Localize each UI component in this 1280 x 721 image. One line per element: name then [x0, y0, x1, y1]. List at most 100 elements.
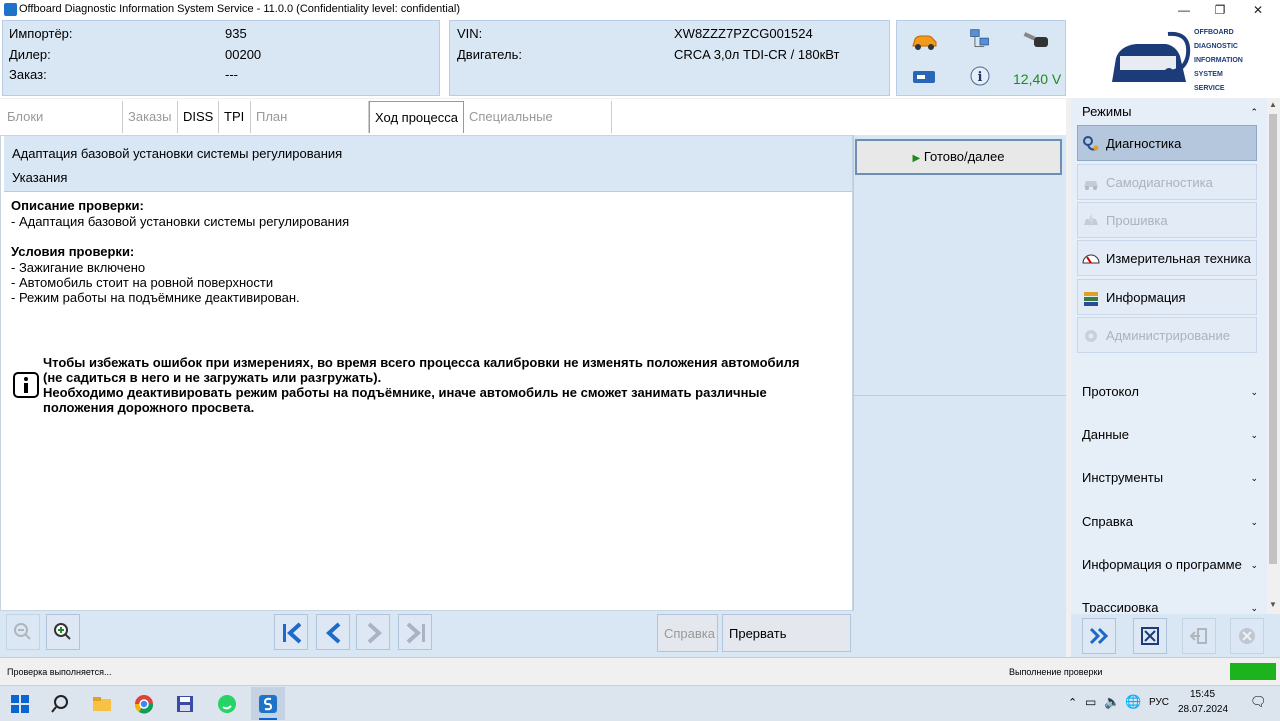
expand-icon: ⌄ [1250, 473, 1258, 483]
section-label: Данные [1082, 427, 1129, 442]
app-icon [4, 3, 17, 16]
importer-value: 935 [225, 26, 247, 41]
notice-line: Чтобы избежать ошибок при измерениях, во… [43, 355, 800, 370]
dealer-value: 00200 [225, 47, 262, 62]
mode-information[interactable]: Информация [1077, 279, 1257, 315]
vehicle-key-icon[interactable] [1022, 30, 1050, 52]
whatsapp-icon[interactable] [217, 694, 237, 714]
section-help[interactable]: Справка ⌄ [1076, 512, 1262, 532]
language-indicator[interactable]: РУС [1149, 697, 1169, 708]
notice-line: (не садиться в него и не загружать или р… [43, 370, 382, 385]
conditions-heading: Условия проверки: [11, 244, 135, 259]
logo-line: SYSTEM [1194, 71, 1223, 78]
tab-diss[interactable]: DISS [178, 101, 219, 133]
scroll-up-icon[interactable]: ▲ [1269, 100, 1277, 109]
tab-diagnostic-plan[interactable]: План диагностики [251, 101, 369, 156]
mode-self-diagnostics[interactable]: Самодиагностика [1077, 164, 1257, 200]
scroll-down-icon[interactable]: ▼ [1269, 600, 1277, 609]
dealer-label: Дилер: [9, 47, 51, 62]
books-icon [1084, 292, 1098, 306]
sidebar-scrollbar[interactable]: ▲ ▼ [1267, 98, 1280, 614]
zoom-in-icon [54, 623, 71, 640]
scrollbar-thumb[interactable] [1269, 114, 1277, 564]
next-button[interactable]: ▶ Готово/далее [855, 139, 1062, 175]
fit-screen-icon [1141, 627, 1159, 645]
status-bar: Проверка выполняется... Выполнение прове… [0, 657, 1280, 686]
first-step-button[interactable] [274, 614, 308, 650]
tab-control-units[interactable]: Блоки управления [2, 101, 123, 156]
action-panel-divider [853, 395, 1066, 396]
expand-icon: ⌄ [1250, 603, 1258, 612]
previous-step-button[interactable] [316, 614, 350, 650]
taskbar-odis-active[interactable] [251, 687, 285, 720]
last-step-button[interactable] [398, 614, 432, 650]
save-app-icon[interactable] [175, 694, 195, 714]
mode-label: Прошивка [1106, 213, 1168, 228]
volume-icon[interactable]: 🔈 [1104, 694, 1120, 710]
play-icon: ▶ [912, 153, 921, 164]
logout-button[interactable] [1182, 618, 1216, 654]
zoom-in-button[interactable] [46, 614, 80, 650]
mode-flashing[interactable]: Прошивка [1077, 202, 1257, 238]
mode-diagnostics[interactable]: Диагностика [1077, 125, 1257, 161]
section-protocol[interactable]: Протокол ⌄ [1076, 382, 1262, 402]
zoom-out-button[interactable] [6, 614, 40, 650]
fit-view-button[interactable] [1133, 618, 1167, 654]
network-tray-icon[interactable]: ▭ [1085, 695, 1096, 709]
tray-overflow-icon[interactable]: ⌃ [1068, 696, 1077, 709]
progress-indicator [1230, 663, 1276, 680]
help-button[interactable]: Справка [657, 614, 718, 652]
notifications-icon[interactable]: 🗨 [1250, 694, 1267, 710]
file-explorer-icon[interactable] [92, 694, 112, 714]
status-activity: Выполнение проверки [1009, 667, 1103, 677]
section-data[interactable]: Данные ⌄ [1076, 425, 1262, 445]
action-panel [853, 135, 1066, 611]
tab-process-flow[interactable]: Ход процесса [369, 101, 464, 133]
bottom-toolbar [0, 611, 1066, 657]
skip-first-icon [283, 622, 302, 644]
logo-line: DIAGNOSTIC [1194, 43, 1238, 50]
section-about[interactable]: Информация о программе ⌄ [1076, 555, 1262, 575]
vin-value: XW8ZZZ7PZCG001524 [674, 26, 813, 41]
forward-button[interactable] [1082, 618, 1116, 654]
clock-date[interactable]: 28.07.2024 [1178, 704, 1228, 715]
section-tracing[interactable]: Трассировка ⌄ [1076, 598, 1262, 612]
taskbar: ⌃ ▭ 🔈 🌐 РУС 15:45 28.07.2024 🗨 [0, 685, 1280, 721]
close-button[interactable]: ✕ [1239, 0, 1277, 20]
description-heading: Описание проверки: [11, 198, 144, 213]
mode-administration[interactable]: Администрирование [1077, 317, 1257, 353]
chrome-icon[interactable] [134, 694, 154, 714]
collapse-icon: ⌃ [1250, 107, 1258, 117]
next-step-button[interactable] [356, 614, 390, 650]
gauge-icon [1082, 254, 1100, 264]
order-label: Заказ: [9, 67, 47, 82]
logo-line: INFORMATION [1194, 57, 1243, 64]
section-label: Трассировка [1082, 600, 1159, 612]
section-modes[interactable]: Режимы ⌃ [1076, 102, 1262, 122]
clock-time[interactable]: 15:45 [1190, 689, 1215, 700]
cancel-button[interactable] [1230, 618, 1264, 654]
windows-start-icon[interactable] [10, 694, 30, 714]
tab-orders[interactable]: Заказы [123, 101, 178, 133]
usb-interface-icon[interactable] [910, 66, 938, 88]
information-icon [13, 372, 39, 398]
mode-label: Информация [1106, 290, 1186, 305]
maximize-button[interactable]: ❐ [1201, 0, 1239, 20]
tab-tpi[interactable]: TPI [219, 101, 251, 133]
mode-label: Измерительная техника [1106, 251, 1251, 266]
search-icon[interactable] [50, 694, 70, 714]
next-button-label: Готово/далее [923, 149, 1005, 164]
mode-measurement[interactable]: Измерительная техника [1077, 240, 1257, 276]
tab-special-functions[interactable]: Специальные функции [464, 101, 612, 156]
globe-icon[interactable]: 🌐 [1125, 694, 1141, 710]
minimize-button[interactable]: — [1165, 0, 1203, 20]
network-icon[interactable] [966, 28, 994, 50]
abort-test-button[interactable]: Прервать проверку [722, 614, 851, 679]
step-title: Адаптация базовой установки системы регу… [12, 146, 343, 161]
info-icon[interactable]: i [966, 65, 994, 87]
logo-text: OFFBOARD DIAGNOSTIC INFORMATION SYSTEM S… [1194, 26, 1243, 96]
section-tools[interactable]: Инструменты ⌄ [1076, 468, 1262, 488]
car-icon[interactable] [910, 30, 938, 52]
expand-icon: ⌄ [1250, 560, 1258, 570]
mode-label: Диагностика [1106, 136, 1182, 151]
